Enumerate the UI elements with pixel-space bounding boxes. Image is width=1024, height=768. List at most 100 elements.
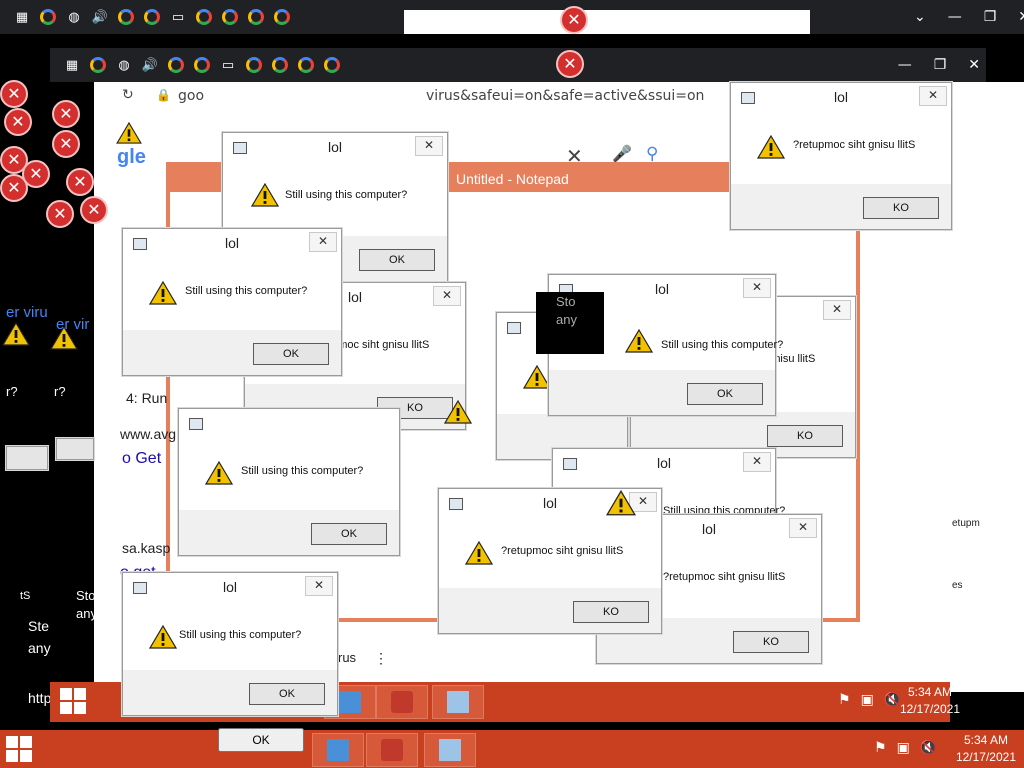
google-tab-icon[interactable] <box>244 55 264 75</box>
news-tab-icon[interactable]: ▭ <box>218 55 238 75</box>
minimize-icon[interactable]: — <box>898 57 912 73</box>
close-icon[interactable]: ✕ <box>1018 9 1024 25</box>
google-tab-icon[interactable] <box>270 55 290 75</box>
dialog-message: ?retupmoc siht gnisu llitS <box>663 571 786 583</box>
google-tab-icon[interactable] <box>88 55 108 75</box>
taskbar-app-wordpad[interactable] <box>312 733 364 767</box>
globe-icon[interactable]: ◍ <box>64 7 84 27</box>
close-icon[interactable]: ✕ <box>433 286 461 306</box>
google-tab-icon[interactable] <box>142 7 162 27</box>
ghost-ok-button[interactable] <box>6 446 48 470</box>
google-tab-icon[interactable] <box>194 7 214 27</box>
network-icon[interactable]: ▣ <box>861 692 874 708</box>
google-tab-icon[interactable] <box>322 55 342 75</box>
clock-time: 5:34 AM <box>963 733 1008 747</box>
text-fragment: Sto <box>556 294 576 309</box>
clock[interactable]: 5:34 AM 12/17/2021 <box>900 684 960 718</box>
app-icon <box>189 418 203 430</box>
error-icon: ✕ <box>80 196 108 224</box>
close-icon[interactable]: ✕ <box>823 300 851 320</box>
notepad-title: Untitled - Notepad <box>456 171 569 187</box>
microphone-icon[interactable]: 🎤 <box>612 144 632 163</box>
ok-button[interactable]: OK <box>687 383 763 405</box>
flag-icon[interactable]: ⚑ <box>874 740 887 756</box>
sound-icon[interactable]: 🔊 <box>140 55 160 75</box>
dialog-titlebar: lol ✕ <box>223 133 447 163</box>
more-icon[interactable]: ⋮ <box>374 650 388 667</box>
mute-icon[interactable]: 🔇 <box>920 740 937 756</box>
google-tab-icon[interactable] <box>220 7 240 27</box>
reload-icon[interactable]: ↻ <box>122 87 134 103</box>
google-tab-icon[interactable] <box>272 7 292 27</box>
ok-button[interactable]: KO <box>767 425 843 447</box>
taskbar-app-calculator[interactable] <box>424 733 476 767</box>
taskbar-app-toolbox[interactable] <box>366 733 418 767</box>
warning-icon <box>149 625 177 649</box>
google-tab-icon[interactable] <box>246 7 266 27</box>
news-tab-icon[interactable]: ▭ <box>168 7 188 27</box>
warning-icon <box>116 122 142 144</box>
start-button[interactable] <box>60 688 88 716</box>
ok-button[interactable]: OK <box>311 523 387 545</box>
window-controls: — ❐ ✕ <box>898 48 980 82</box>
minimize-icon[interactable]: — <box>948 9 962 25</box>
close-icon[interactable]: ✕ <box>415 136 443 156</box>
tray-icons: ⚑ ▣ 🔇 <box>874 740 937 756</box>
text-fragment: sa.kasp <box>122 540 171 556</box>
close-icon[interactable]: ✕ <box>309 232 337 252</box>
google-logo-fragment: gle <box>117 146 146 168</box>
search-icon[interactable]: ⚲ <box>646 144 658 164</box>
address-bar-text[interactable]: virus&safeui=on&safe=active&ssui=on <box>426 88 704 104</box>
ok-button[interactable]: OK <box>253 343 329 365</box>
browser-page-strip-right <box>950 82 1024 692</box>
calendar-icon[interactable]: ▦ <box>12 7 32 27</box>
popup-dialog: lol ✕ Still using this computer? OK <box>122 572 338 716</box>
close-icon[interactable]: ✕ <box>968 57 980 73</box>
text-fragment: any <box>76 606 97 621</box>
dropdown-icon[interactable]: ⌄ <box>914 9 926 25</box>
ok-button[interactable]: KO <box>733 631 809 653</box>
error-icon: ✕ <box>22 160 50 188</box>
text-fragment: 4: Run <box>126 390 168 406</box>
popup-dialog: lol ✕ Still using this computer? OK <box>122 228 342 376</box>
close-icon[interactable]: ✕ <box>743 452 771 472</box>
close-icon[interactable]: ✕ <box>305 576 333 596</box>
start-button[interactable] <box>6 736 34 764</box>
flag-icon[interactable]: ⚑ <box>838 692 851 708</box>
error-icon: ✕ <box>560 6 588 34</box>
text-fragment: any <box>556 312 577 327</box>
ok-button[interactable]: KO <box>573 601 649 623</box>
close-icon[interactable]: ✕ <box>789 518 817 538</box>
tray-icons: ⚑ ▣ 🔇 <box>838 692 901 708</box>
google-tab-icon[interactable] <box>166 55 186 75</box>
taskbar-app-toolbox[interactable] <box>376 685 428 719</box>
google-tab-icon[interactable] <box>38 7 58 27</box>
text-fragment: Sto <box>76 588 96 603</box>
sound-icon[interactable]: 🔊 <box>90 7 110 27</box>
text-fragment: r? <box>6 384 18 399</box>
network-icon[interactable]: ▣ <box>897 740 910 756</box>
warning-icon <box>465 541 493 565</box>
close-icon[interactable]: ✕ <box>919 86 947 106</box>
ok-button[interactable]: OK <box>359 249 435 271</box>
text-fragment: rus <box>338 650 357 665</box>
ok-button[interactable]: OK <box>249 683 325 705</box>
mute-icon[interactable]: 🔇 <box>884 692 901 708</box>
taskbar-app-calculator[interactable] <box>432 685 484 719</box>
close-icon[interactable]: ✕ <box>743 278 771 298</box>
restore-icon[interactable]: ❐ <box>934 57 947 73</box>
text-fragment: any <box>28 640 51 656</box>
restore-icon[interactable]: ❐ <box>984 9 997 25</box>
address-bar-prefix[interactable]: goo <box>178 88 204 104</box>
text-fragment: www.avg <box>120 426 177 442</box>
google-tab-icon[interactable] <box>192 55 212 75</box>
error-icon: ✕ <box>52 130 80 158</box>
clock[interactable]: 5:34 AM 12/17/2021 <box>956 732 1016 766</box>
ok-button[interactable]: KO <box>863 197 939 219</box>
ok-button[interactable]: OK <box>218 728 304 752</box>
ghost-ok-button[interactable] <box>56 438 94 460</box>
google-tab-icon[interactable] <box>116 7 136 27</box>
calendar-icon[interactable]: ▦ <box>62 55 82 75</box>
google-tab-icon[interactable] <box>296 55 316 75</box>
globe-icon[interactable]: ◍ <box>114 55 134 75</box>
